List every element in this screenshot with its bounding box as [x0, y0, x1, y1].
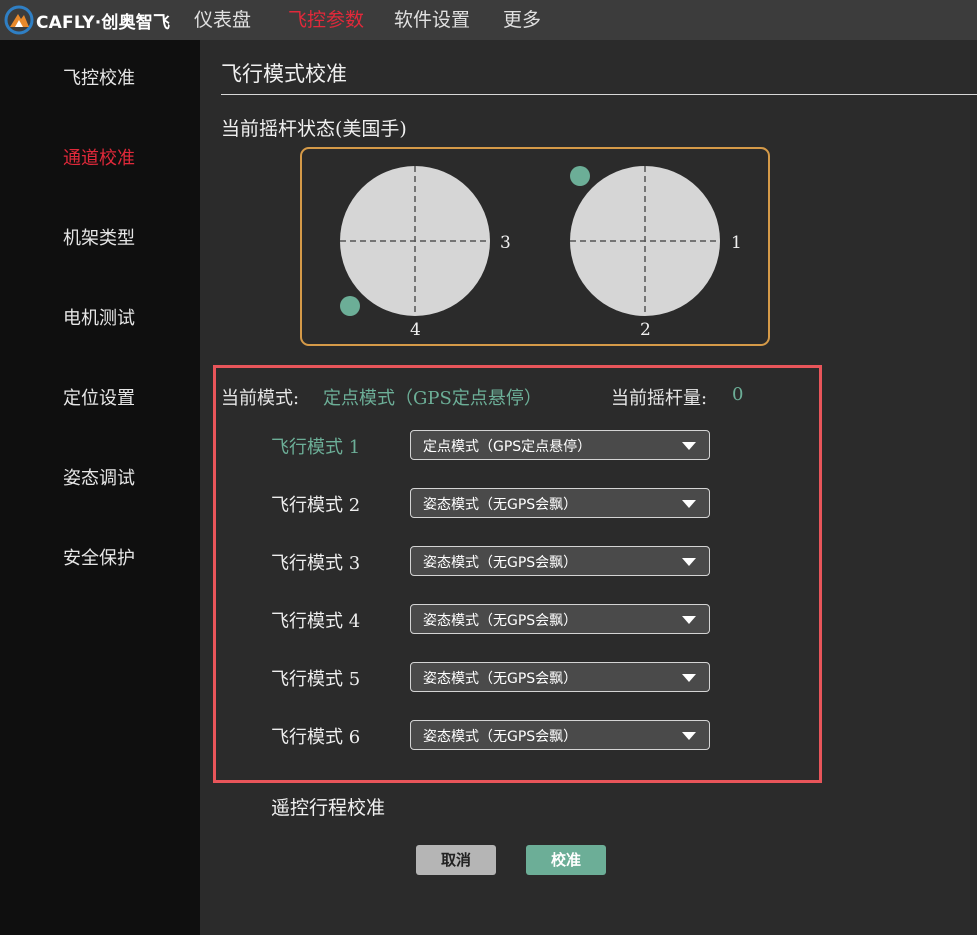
page-title: 飞行模式校准 [221, 62, 347, 86]
stick-diagram: 3 4 1 2 [340, 166, 742, 340]
sidebar-item-positioning[interactable]: 定位设置 [63, 387, 135, 411]
left-stick: 3 4 [340, 166, 511, 340]
flight-mode-4-label: 飞行模式 4 [271, 611, 361, 632]
flight-mode-2-select[interactable]: 姿态模式（无GPS会飘） [410, 488, 710, 518]
dropdown-arrow-icon [682, 732, 696, 740]
flight-mode-6-select[interactable]: 姿态模式（无GPS会飘） [410, 720, 710, 750]
flight-mode-4-select[interactable]: 姿态模式（无GPS会飘） [410, 604, 710, 634]
dropdown-arrow-icon [682, 616, 696, 624]
stick-status-title: 当前摇杆状态(美国手) [221, 118, 407, 140]
remote-calibration-title: 遥控行程校准 [271, 797, 386, 819]
right-stick-position-dot [570, 166, 590, 186]
left-stick-position-dot [340, 296, 360, 316]
stick-amount-value: 0 [732, 384, 744, 405]
dropdown-arrow-icon [682, 442, 696, 450]
current-mode-value: 定点模式（GPS定点悬停） [323, 388, 542, 409]
calibrate-button[interactable]: 校准 [526, 845, 606, 875]
flight-mode-1-label: 飞行模式 1 [271, 437, 361, 458]
flight-mode-2-value: 姿态模式（无GPS会飘） [423, 497, 578, 513]
nav-more[interactable]: 更多 [503, 7, 541, 33]
flight-mode-3-select[interactable]: 姿态模式（无GPS会飘） [410, 546, 710, 576]
cafly-logo-icon [4, 5, 34, 35]
sidebar-item-frame-type[interactable]: 机架类型 [63, 227, 135, 251]
nav-flight-params[interactable]: 飞控参数 [288, 7, 364, 33]
flight-mode-5-select[interactable]: 姿态模式（无GPS会飘） [410, 662, 710, 692]
flight-mode-6-value: 姿态模式（无GPS会飘） [423, 729, 578, 745]
cancel-button[interactable]: 取消 [416, 845, 496, 875]
top-navigation-bar: CAFLY·创奥智飞 仪表盘 飞控参数 软件设置 更多 [0, 0, 977, 40]
flight-mode-3-label: 飞行模式 3 [271, 553, 361, 574]
sidebar-item-channel-calibration[interactable]: 通道校准 [63, 147, 135, 171]
nav-dashboard[interactable]: 仪表盘 [194, 7, 251, 33]
dropdown-arrow-icon [682, 674, 696, 682]
flight-mode-2-label: 飞行模式 2 [271, 495, 361, 516]
sidebar: 飞控校准 通道校准 机架类型 电机测试 定位设置 姿态调试 安全保护 [0, 40, 200, 935]
right-stick-right-label: 1 [731, 233, 742, 253]
brand-name: CAFLY·创奥智飞 [36, 12, 171, 33]
current-mode-label: 当前模式: [221, 388, 300, 409]
flight-mode-5-label: 飞行模式 5 [271, 669, 361, 690]
nav-software-settings[interactable]: 软件设置 [394, 7, 470, 33]
flight-mode-6-label: 飞行模式 6 [271, 727, 361, 748]
flight-mode-1-value: 定点模式（GPS定点悬停） [423, 439, 592, 455]
brand-logo: CAFLY·创奥智飞 [4, 5, 170, 35]
dropdown-arrow-icon [682, 558, 696, 566]
stick-status-panel: 3 4 1 2 [300, 147, 770, 346]
flight-mode-5-value: 姿态模式（无GPS会飘） [423, 671, 578, 687]
sidebar-item-attitude-tuning[interactable]: 姿态调试 [63, 467, 135, 491]
flight-mode-3-value: 姿态模式（无GPS会飘） [423, 555, 578, 571]
stick-amount-label: 当前摇杆量: [611, 388, 708, 409]
flight-mode-1-select[interactable]: 定点模式（GPS定点悬停） [410, 430, 710, 460]
sidebar-item-safety[interactable]: 安全保护 [63, 547, 135, 571]
title-divider [221, 94, 977, 95]
left-stick-right-label: 3 [500, 233, 511, 253]
left-stick-bottom-label: 4 [410, 320, 421, 340]
sidebar-item-motor-test[interactable]: 电机测试 [63, 307, 135, 331]
sidebar-item-fc-calibration[interactable]: 飞控校准 [63, 67, 135, 91]
right-stick: 1 2 [570, 166, 742, 340]
right-stick-bottom-label: 2 [640, 320, 651, 340]
dropdown-arrow-icon [682, 500, 696, 508]
flight-mode-4-value: 姿态模式（无GPS会飘） [423, 613, 578, 629]
